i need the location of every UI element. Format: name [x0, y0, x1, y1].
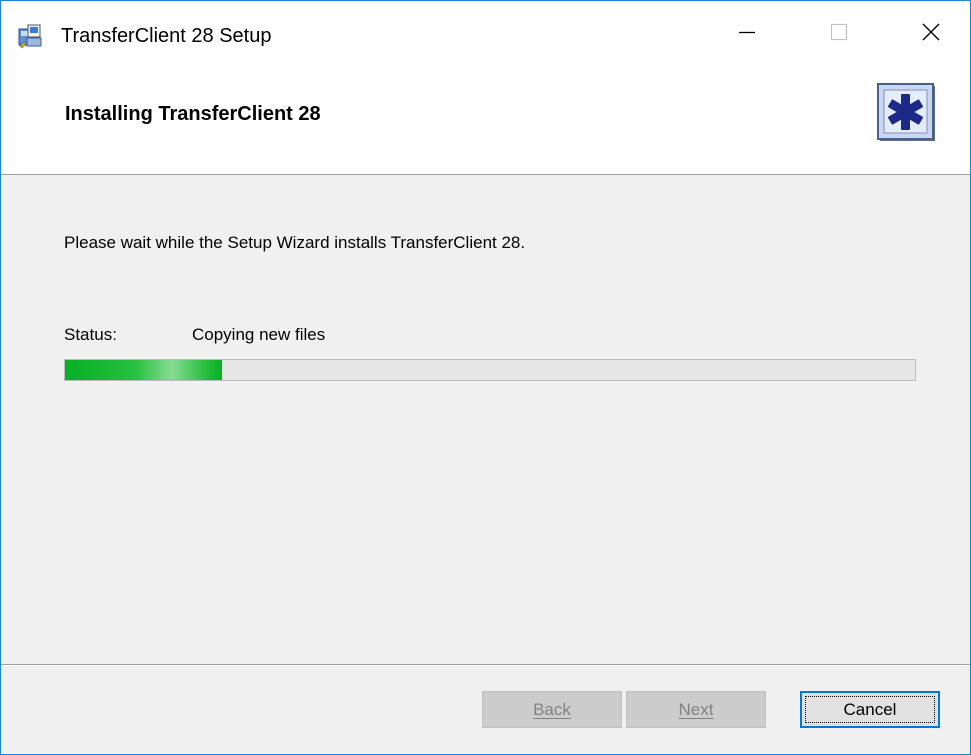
- setup-window: TransferClient 28 Setup Installing Trans…: [0, 0, 971, 755]
- back-button-label: Back: [533, 699, 571, 719]
- header-banner: Installing TransferClient 28: [1, 63, 970, 175]
- status-label: Status:: [64, 325, 117, 344]
- footer-divider: [1, 664, 970, 666]
- next-button[interactable]: Next: [626, 691, 766, 728]
- close-icon: [922, 23, 940, 41]
- window-title: TransferClient 28 Setup: [61, 25, 272, 47]
- intro-text: Please wait while the Setup Wizard insta…: [64, 233, 526, 252]
- minimize-icon: [739, 31, 755, 34]
- progress-fill: [65, 360, 223, 380]
- back-button[interactable]: Back: [482, 691, 622, 728]
- status-value: Copying new files: [192, 325, 326, 344]
- setup-star-icon: [877, 83, 937, 143]
- install-progress-bar: [64, 359, 916, 381]
- next-button-label: Next: [678, 699, 714, 719]
- cancel-button-label: Cancel: [843, 699, 897, 719]
- title-bar[interactable]: TransferClient 28 Setup: [1, 1, 970, 63]
- cancel-button[interactable]: Cancel: [800, 691, 940, 728]
- maximize-icon: [830, 23, 848, 41]
- installer-app-icon: [17, 23, 43, 49]
- minimize-button[interactable]: [701, 1, 793, 63]
- maximize-button[interactable]: [793, 1, 885, 63]
- close-button[interactable]: [885, 1, 970, 63]
- page-title: Installing TransferClient 28: [65, 103, 321, 125]
